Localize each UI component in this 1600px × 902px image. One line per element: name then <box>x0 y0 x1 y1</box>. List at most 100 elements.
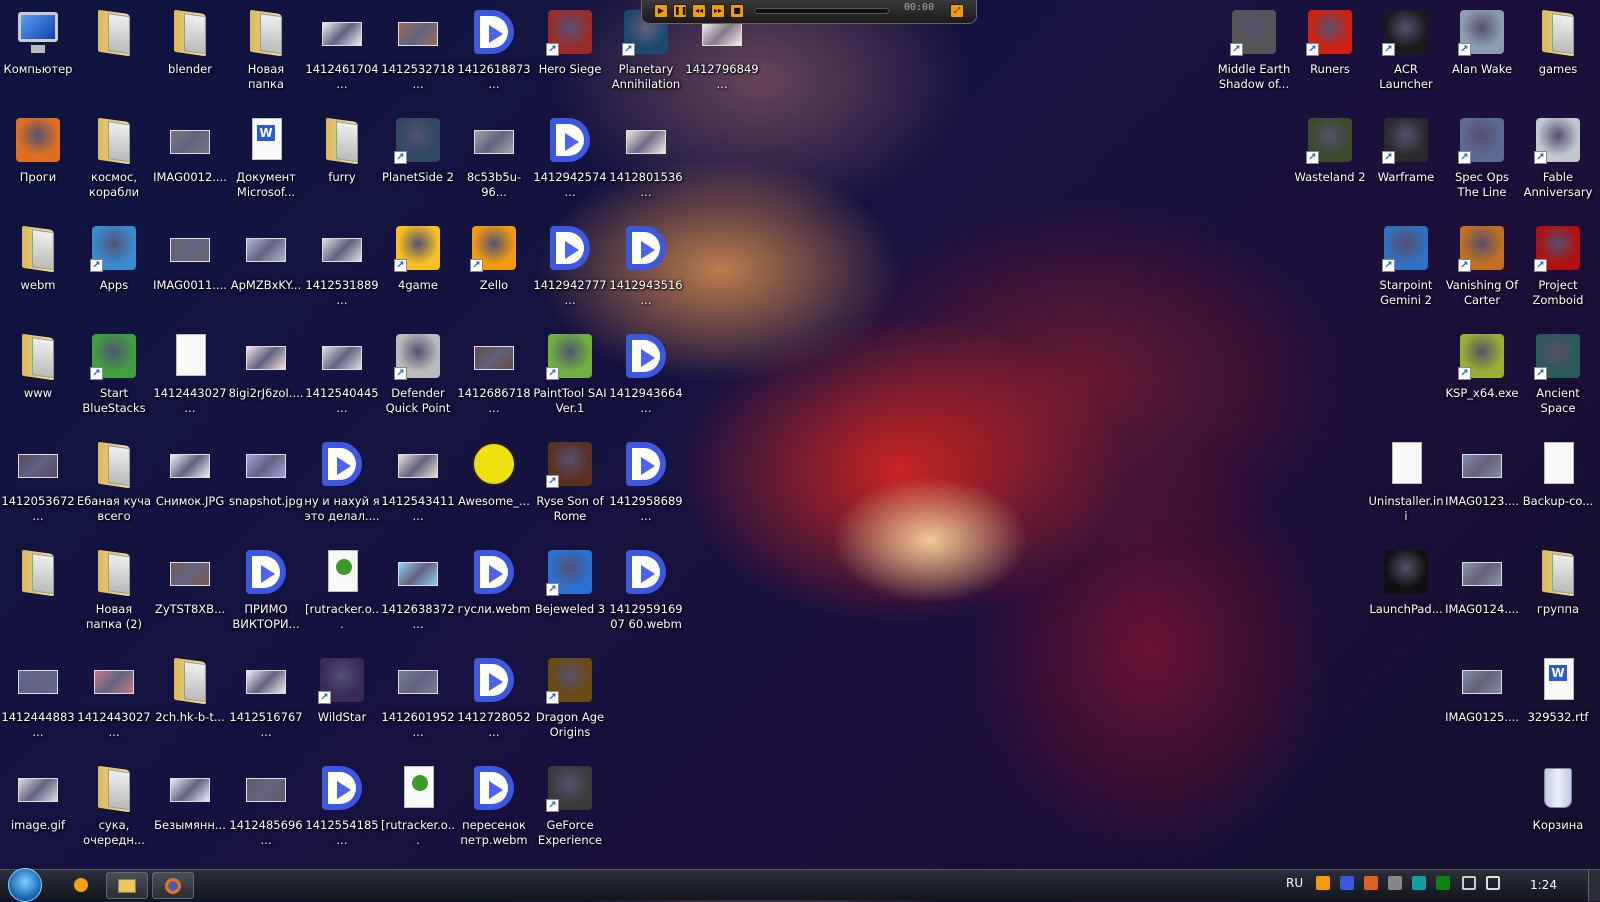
desktop-icon[interactable]: Корзина <box>1520 756 1596 864</box>
taskbar-explorer[interactable] <box>106 872 148 899</box>
desktop-icon[interactable]: ПРИМО ВИКТОРИ... <box>228 540 304 648</box>
desktop-icon[interactable]: 2ch.hk-b-t... <box>152 648 228 756</box>
desktop-icon[interactable]: 1412618873... <box>456 0 532 108</box>
desktop-icon[interactable]: 1412943516... <box>608 216 684 324</box>
desktop-icon[interactable]: www <box>0 324 76 432</box>
desktop-icon[interactable]: ↗ Warframe <box>1368 108 1444 216</box>
desktop-icon[interactable]: 1412531889... <box>304 216 380 324</box>
desktop-icon[interactable]: 1412443027... <box>76 648 152 756</box>
next-button[interactable]: ▸▸ <box>711 4 725 18</box>
desktop-icon[interactable]: Backup-co... <box>1520 432 1596 540</box>
desktop-icon[interactable]: ↗ KSP_x64.exe <box>1444 324 1520 432</box>
expand-button[interactable]: ⤢ <box>950 4 964 18</box>
desktop-icon[interactable]: Uninstaller.ini <box>1368 432 1444 540</box>
desktop-icon[interactable]: furry <box>304 108 380 216</box>
desktop-icon[interactable]: 8c53b5u-96... <box>456 108 532 216</box>
desktop-icon[interactable]: ↗ 4game <box>380 216 456 324</box>
play-button[interactable]: ▶ <box>654 4 668 18</box>
desktop-icon[interactable]: гусли.webm <box>456 540 532 648</box>
desktop-icon[interactable]: ↗ Ryse Son of Rome <box>532 432 608 540</box>
quick-launch-icon[interactable] <box>74 878 88 892</box>
desktop-icon[interactable]: 1412444883... <box>0 648 76 756</box>
desktop-icon[interactable]: 8igi2rJ6zoI.... <box>228 324 304 432</box>
desktop-icon[interactable]: [rutracker.o... <box>304 540 380 648</box>
desktop-icon[interactable]: ↗ Fable Anniversary <box>1520 108 1596 216</box>
desktop-icon[interactable]: 141295916907 60.webm <box>608 540 684 648</box>
desktop-icon[interactable]: космос, корабли <box>76 108 152 216</box>
desktop-icon[interactable]: games <box>1520 0 1596 108</box>
desktop-icon[interactable]: 1412801536... <box>608 108 684 216</box>
desktop-icon[interactable]: ↗ Spec Ops The Line <box>1444 108 1520 216</box>
desktop-icon[interactable]: 1412942574... <box>532 108 608 216</box>
desktop-icon[interactable]: ApMZBxKY... <box>228 216 304 324</box>
desktop-icon[interactable]: 1412532718... <box>380 0 456 108</box>
desktop-icon[interactable]: 1412601952... <box>380 648 456 756</box>
desktop-icon[interactable]: ну и нахуй я это делал.... <box>304 432 380 540</box>
tray-icon[interactable] <box>1364 876 1378 890</box>
tray-icon[interactable] <box>1412 876 1426 890</box>
desktop-icon[interactable]: 1412728052... <box>456 648 532 756</box>
desktop-icon[interactable]: Снимок.JPG <box>152 432 228 540</box>
desktop-icon[interactable]: 1412943664... <box>608 324 684 432</box>
volume-icon[interactable] <box>1486 876 1500 890</box>
desktop-icon[interactable]: ↗ GeForce Experience <box>532 756 608 864</box>
desktop-icon[interactable]: W 329532.rtf <box>1520 648 1596 756</box>
desktop-icon[interactable]: IMAG0123.... <box>1444 432 1520 540</box>
desktop-icon[interactable]: ↗ Starpoint Gemini 2 <box>1368 216 1444 324</box>
desktop-icon[interactable]: LaunchPad... <box>1368 540 1444 648</box>
desktop-icon[interactable]: ↗ ACR Launcher <box>1368 0 1444 108</box>
desktop-icon[interactable]: 1412686718... <box>456 324 532 432</box>
desktop-icon[interactable]: ↗ Vanishing Of Carter <box>1444 216 1520 324</box>
desktop-icon[interactable]: 1412958689... <box>608 432 684 540</box>
desktop-icon[interactable]: ↗ Runers <box>1292 0 1368 108</box>
desktop-icon[interactable]: Компьютер <box>0 0 76 108</box>
clock[interactable]: 1:24 <box>1530 878 1557 892</box>
stop-button[interactable]: ■ <box>730 4 744 18</box>
desktop-icon[interactable]: ↗ WildStar <box>304 648 380 756</box>
network-icon[interactable] <box>1462 876 1476 890</box>
desktop-icon[interactable] <box>76 0 152 108</box>
pause-button[interactable]: ❚❚ <box>673 4 687 18</box>
desktop-icon[interactable]: IMAG0125.... <box>1444 648 1520 756</box>
desktop-icon[interactable]: Безымянн... <box>152 756 228 864</box>
desktop-icon[interactable]: Проги <box>0 108 76 216</box>
desktop-icon[interactable]: 1412443027... <box>152 324 228 432</box>
desktop-icon[interactable]: ↗ Hero Siege <box>532 0 608 108</box>
desktop-icon[interactable]: 1412485696... <box>228 756 304 864</box>
desktop-icon[interactable]: IMAG0011.... <box>152 216 228 324</box>
desktop-icon[interactable]: blender <box>152 0 228 108</box>
previous-button[interactable]: ◂◂ <box>692 4 706 18</box>
desktop-icon[interactable]: Новая папка (2) <box>76 540 152 648</box>
tray-icon[interactable] <box>1388 876 1402 890</box>
desktop-icon[interactable]: ↗ Zello <box>456 216 532 324</box>
desktop-icon[interactable]: ↗ Bejeweled 3 <box>532 540 608 648</box>
desktop-icon[interactable]: ↗ Defender Quick Point <box>380 324 456 432</box>
desktop-icon[interactable]: 1412942777... <box>532 216 608 324</box>
desktop-icon[interactable]: ↗ Alan Wake <box>1444 0 1520 108</box>
desktop-icon[interactable] <box>0 540 76 648</box>
desktop-icon[interactable]: ↗ Middle Earth Shadow of... <box>1216 0 1292 108</box>
desktop-icon[interactable]: ↗ Start BlueStacks <box>76 324 152 432</box>
desktop-icon[interactable]: Ебаная куча всего <box>76 432 152 540</box>
desktop-icon[interactable]: 1412516767... <box>228 648 304 756</box>
desktop-icon[interactable]: image.gif <box>0 756 76 864</box>
desktop-icon[interactable]: ↗ Ancient Space <box>1520 324 1596 432</box>
desktop-icon[interactable]: 1412554185... <box>304 756 380 864</box>
desktop-icon[interactable]: W Документ Microsof... <box>228 108 304 216</box>
desktop-icon[interactable]: [rutracker.o... <box>380 756 456 864</box>
taskbar-firefox[interactable] <box>152 872 194 899</box>
desktop-icon[interactable]: 1412461704... <box>304 0 380 108</box>
desktop-icon[interactable]: ZyTST8XB... <box>152 540 228 648</box>
desktop-icon[interactable]: IMAG0012.... <box>152 108 228 216</box>
desktop-icon[interactable]: Awesome_... <box>456 432 532 540</box>
desktop-icon[interactable]: сука, очередн... <box>76 756 152 864</box>
desktop-icon[interactable]: группа <box>1520 540 1596 648</box>
desktop-icon[interactable]: webm <box>0 216 76 324</box>
desktop-icon[interactable]: Новая папка <box>228 0 304 108</box>
desktop-icon[interactable]: ↗ Wasteland 2 <box>1292 108 1368 216</box>
desktop-icon[interactable]: 1412638372... <box>380 540 456 648</box>
desktop-icon[interactable]: ↗ PaintTool SAI Ver.1 <box>532 324 608 432</box>
desktop-icon[interactable]: ↗ Apps <box>76 216 152 324</box>
tray-icon[interactable] <box>1340 876 1354 890</box>
desktop-icon[interactable]: IMAG0124.... <box>1444 540 1520 648</box>
